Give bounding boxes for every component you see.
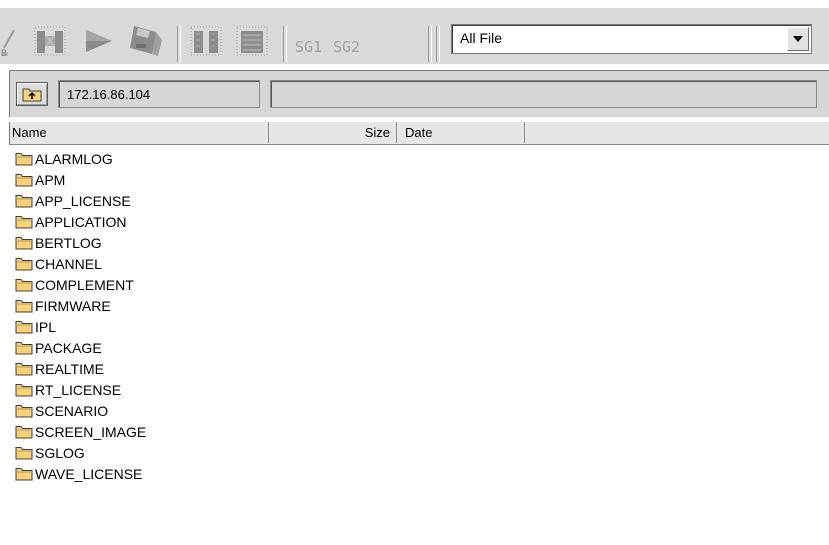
folder-icon [15,278,33,291]
list-item-label: BERTLOG [35,234,102,251]
list-item[interactable]: ALARMLOG [15,148,113,169]
folder-icon [15,173,33,186]
list-item-label: APPLICATION [35,213,127,230]
list-item[interactable]: WAVE_LICENSE [15,463,142,484]
play-button[interactable] [82,26,116,56]
list-item[interactable]: SCENARIO [15,400,108,421]
file-list[interactable]: ALARMLOG APM APP_LICENSE APPLICATION BER… [9,145,829,545]
column-size-label: Size [364,125,390,140]
list-item[interactable]: REALTIME [15,358,104,379]
list-item[interactable]: SGLOG [15,442,85,463]
delete-button[interactable]: B [0,24,22,60]
folder-icon [15,425,33,438]
folder-icon [15,383,33,396]
list-item[interactable]: COMPLEMENT [15,274,134,295]
folder-icon [15,320,33,333]
folder-icon [15,299,33,312]
folder-icon [15,341,33,354]
save-button[interactable] [126,22,166,60]
list-item-label: SCENARIO [35,402,109,419]
folder-icon [15,257,33,270]
parent-folder-button[interactable] [16,82,48,106]
list-item[interactable]: RT_LICENSE [15,379,121,400]
status-field [270,80,817,108]
list-item-label: FIRMWARE [35,297,111,314]
path-field[interactable]: 172.16.86.104 [58,80,260,108]
disk-icon [130,26,162,56]
column-date-label: Date [405,125,433,140]
play-icon [86,30,112,52]
list-item-label: RT_LICENSE [35,381,122,398]
toolbar-separator [428,26,432,62]
list-item-label: WAVE_LICENSE [35,465,143,482]
column-name-label: Name [12,125,47,140]
list-item-label: APM [35,171,66,188]
list-item-label: CHANNEL [35,255,102,272]
column-header-name[interactable]: Name [9,122,269,143]
list-item[interactable]: APM [15,169,65,190]
list-item-label: PACKAGE [35,339,102,356]
list-item[interactable]: SCREEN_IMAGE [15,421,146,442]
column-header-date[interactable]: Date [397,122,525,143]
toolbar-separator [283,26,287,62]
record-button[interactable] [234,22,270,58]
folder-icon [15,467,33,480]
dropdown-arrow-button[interactable] [787,27,809,51]
sg1-button[interactable]: SG1 [295,38,322,56]
list-item-label: SCREEN_IMAGE [35,423,147,440]
folder-icon [15,236,33,249]
list-item-label: SGLOG [35,444,85,461]
path-value: 172.16.86.104 [67,87,151,102]
column-header-size[interactable]: Size [269,122,397,143]
list-item-label: ALARMLOG [35,150,113,167]
list-item-label: REALTIME [35,360,104,377]
delete-icon: B [1,29,15,58]
file-filter-value: All File [460,30,503,46]
list-item[interactable]: CHANNEL [15,253,102,274]
svg-text:B: B [1,48,7,58]
list-item-label: APP_LICENSE [35,192,131,209]
list-item[interactable]: PACKAGE [15,337,102,358]
pause-icon [190,26,222,56]
column-header-extra[interactable] [525,122,829,143]
list-item-label: IPL [35,318,57,335]
folder-icon [15,404,33,417]
folder-icon [15,194,33,207]
list-item[interactable]: APP_LICENSE [15,190,131,211]
list-header: Name Size Date [9,122,829,145]
chevron-down-icon [793,36,803,42]
list-item[interactable]: BERTLOG [15,232,102,253]
folder-icon [15,152,33,165]
stop-icon [34,26,66,56]
folder-icon [15,362,33,375]
pause-button[interactable] [188,22,224,58]
toolbar-separator [177,26,181,62]
list-item[interactable]: APPLICATION [15,211,127,232]
list-item[interactable]: IPL [15,316,56,337]
folder-icon [15,215,33,228]
folder-icon [15,446,33,459]
sg2-button[interactable]: SG2 [333,38,360,56]
block-icon [236,26,268,56]
toolbar-separator [436,26,440,62]
list-item[interactable]: FIRMWARE [15,295,111,316]
folder-up-icon [22,88,42,102]
stop-button[interactable] [32,22,68,58]
file-filter-select[interactable]: All File [451,24,812,54]
list-item-label: COMPLEMENT [35,276,134,293]
